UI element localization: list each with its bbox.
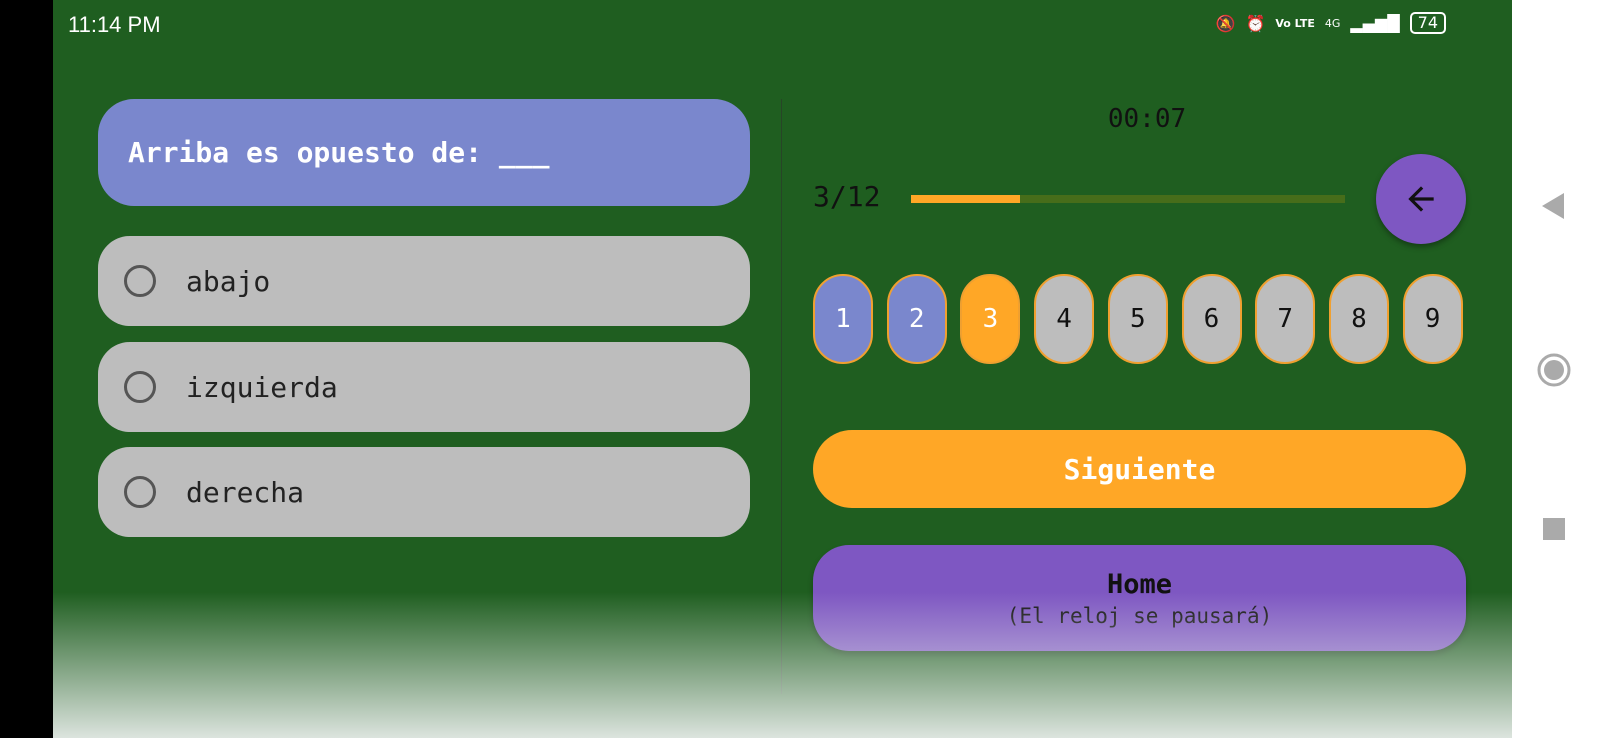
question-card: Arriba es opuesto de: ___ — [98, 99, 750, 206]
system-nav-bar — [1512, 0, 1600, 738]
question-number-7[interactable]: 7 — [1255, 274, 1316, 364]
question-number-5[interactable]: 5 — [1107, 274, 1168, 364]
option-label: abajo — [186, 264, 271, 298]
back-button[interactable] — [1376, 154, 1466, 244]
nav-home-icon[interactable] — [1537, 353, 1571, 387]
question-text: Arriba es opuesto de: ___ — [128, 136, 550, 169]
option-label: derecha — [186, 475, 305, 509]
status-icons: 🔕 ⏰ Vo LTE 4G ▂▄▆█ 74 — [1216, 12, 1446, 34]
radio-unchecked-icon[interactable] — [124, 476, 156, 508]
app-screen: 11:14 PM 🔕 ⏰ Vo LTE 4G ▂▄▆█ 74 Arriba es… — [53, 0, 1512, 738]
home-button[interactable]: Home (El reloj se pausará) — [813, 545, 1466, 651]
status-time: 11:14 PM — [68, 12, 161, 37]
nav-recents-icon[interactable] — [1543, 518, 1565, 540]
answer-option[interactable]: derecha — [98, 447, 750, 537]
network-label: 4G — [1324, 16, 1341, 30]
option-label: izquierda — [186, 370, 338, 404]
question-number-4[interactable]: 4 — [1034, 274, 1095, 364]
home-button-subtitle: (El reloj se pausará) — [1006, 603, 1273, 628]
alarm-icon: ⏰ — [1245, 13, 1266, 33]
question-number-1[interactable]: 1 — [813, 274, 873, 364]
progress-fill — [911, 195, 1020, 203]
panel-divider — [781, 99, 782, 694]
next-button-label: Siguiente — [1063, 452, 1216, 486]
question-number-9[interactable]: 9 — [1402, 274, 1463, 364]
answer-option[interactable]: abajo — [98, 236, 750, 326]
question-number-8[interactable]: 8 — [1328, 274, 1389, 364]
volte-label: Vo LTE — [1275, 16, 1315, 30]
timer: 00:07 — [1107, 104, 1187, 134]
signal-icon: ▂▄▆█ — [1350, 13, 1400, 33]
answer-option[interactable]: izquierda — [98, 342, 750, 432]
question-number-3[interactable]: 3 — [960, 274, 1021, 364]
progress-label: 3/12 — [813, 180, 881, 213]
radio-unchecked-icon[interactable] — [124, 371, 156, 403]
question-number-2[interactable]: 2 — [886, 274, 947, 364]
battery-indicator: 74 — [1409, 12, 1446, 34]
back-arrow-icon — [1408, 186, 1434, 212]
home-button-label: Home — [1106, 568, 1173, 600]
next-button[interactable]: Siguiente — [813, 430, 1466, 508]
nav-back-icon[interactable] — [1542, 193, 1566, 219]
question-number-6[interactable]: 6 — [1181, 274, 1242, 364]
radio-unchecked-icon[interactable] — [124, 265, 156, 297]
mute-icon: 🔕 — [1215, 13, 1236, 33]
question-number-strip: 123456789 — [813, 274, 1467, 366]
progress-bar — [911, 195, 1345, 203]
